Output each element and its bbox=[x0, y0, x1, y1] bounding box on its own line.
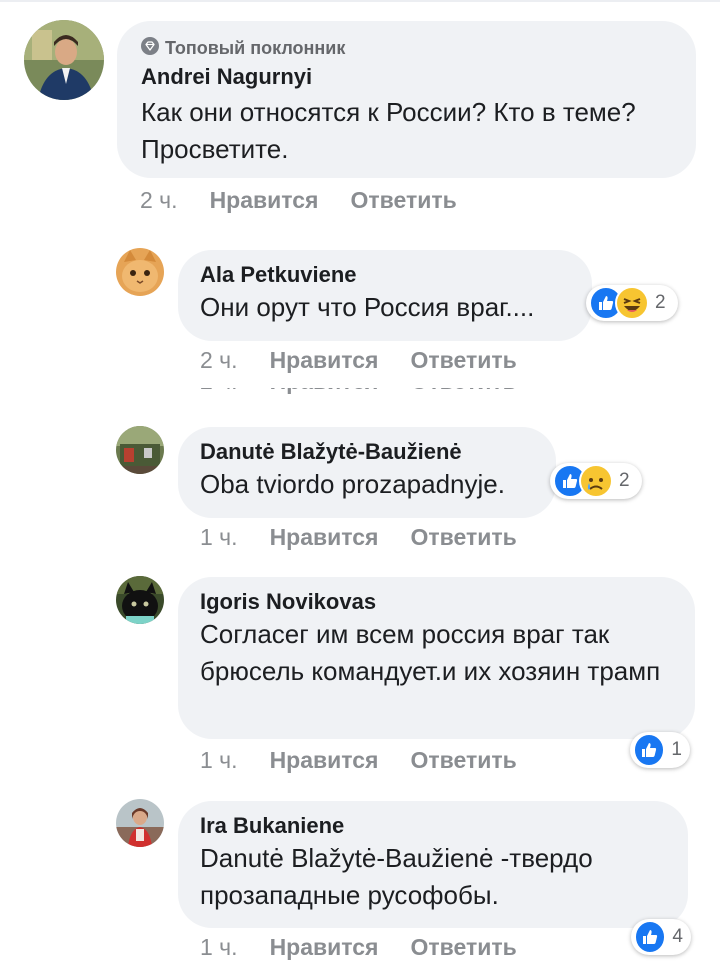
comment-text: Как они относятся к России? Кто в теме? … bbox=[141, 97, 636, 164]
comment-bubble: Danutė Blažytė-Baužienė Oba tviordo proz… bbox=[178, 427, 556, 518]
comment-time[interactable]: 1 ч. bbox=[200, 524, 238, 550]
avatar-igoris-novikovas[interactable] bbox=[116, 576, 164, 624]
reactions-summary[interactable]: 4 bbox=[631, 919, 691, 955]
comment-time[interactable]: 1 ч. bbox=[200, 747, 238, 773]
like-button: Нравится bbox=[270, 388, 379, 394]
comment-meta: 2 ч. Нравится Ответить bbox=[140, 187, 457, 214]
reaction-count: 4 bbox=[672, 926, 683, 947]
reactions-summary[interactable]: 1 bbox=[630, 732, 690, 768]
sad-icon bbox=[579, 464, 613, 498]
reply-button[interactable]: Ответить bbox=[410, 934, 516, 960]
like-button[interactable]: Нравится bbox=[270, 347, 379, 373]
diamond-icon bbox=[141, 37, 159, 60]
comment-author[interactable]: Ala Petkuviene bbox=[200, 262, 570, 288]
reply-button: Ответить bbox=[410, 388, 516, 394]
comment-time: 2 ч. bbox=[200, 388, 238, 394]
comment-time[interactable]: 1 ч. bbox=[200, 934, 238, 960]
comment-bubble: Ala Petkuviene Они орут что Россия враг.… bbox=[178, 250, 592, 341]
like-button[interactable]: Нравится bbox=[210, 187, 319, 213]
comment-bubble: Igoris Novikovas Согласег им всем россия… bbox=[178, 577, 695, 739]
comment-meta: 1 ч. Нравится Ответить bbox=[200, 747, 517, 774]
reactions-summary[interactable]: 2 bbox=[586, 285, 678, 321]
like-icon bbox=[633, 733, 666, 767]
reply-button[interactable]: Ответить bbox=[410, 347, 516, 373]
like-icon bbox=[634, 920, 667, 954]
comment-meta: 1 ч. Нравится Ответить bbox=[200, 934, 517, 961]
avatar-ira-bukaniene[interactable] bbox=[116, 799, 164, 847]
comment-author[interactable]: Igoris Novikovas bbox=[200, 589, 673, 615]
like-button[interactable]: Нравится bbox=[270, 934, 379, 960]
badge-label: Топовый поклонник bbox=[165, 38, 346, 58]
reaction-count: 1 bbox=[671, 739, 682, 760]
comment-author[interactable]: Andrei Nagurnyi bbox=[141, 64, 672, 90]
comment-text: Они орут что Россия враг.... bbox=[200, 292, 535, 322]
reply-button[interactable]: Ответить bbox=[410, 747, 516, 773]
reply-button[interactable]: Ответить bbox=[350, 187, 456, 213]
reaction-count: 2 bbox=[619, 470, 630, 491]
comment-bubble: Ira Bukaniene Danutė Blažytė-Baužienė -т… bbox=[178, 801, 688, 928]
avatar-ala-petkuviene[interactable] bbox=[116, 248, 164, 296]
like-button[interactable]: Нравится bbox=[270, 524, 379, 550]
comment-author[interactable]: Ira Bukaniene bbox=[200, 813, 666, 839]
comment-meta: 2 ч. Нравится Ответить bbox=[200, 347, 517, 374]
haha-icon bbox=[615, 286, 649, 320]
avatar-danute-blazyte-bauziene[interactable] bbox=[116, 426, 164, 474]
comment-bubble: Топовый поклонник Andrei Nagurnyi Как он… bbox=[117, 21, 696, 178]
comment-text: Danutė Blažytė-Baužienė -твердо прозапад… bbox=[200, 843, 593, 910]
clipped-meta-row: 2 ч. Нравится Ответить bbox=[200, 388, 540, 396]
comment-author[interactable]: Danutė Blažytė-Baužienė bbox=[200, 439, 534, 465]
comment-meta: 1 ч. Нравится Ответить bbox=[200, 524, 517, 551]
comment-text: Согласег им всем россия враг так брюсель… bbox=[200, 619, 661, 686]
reaction-count: 2 bbox=[655, 292, 666, 313]
comment-time[interactable]: 2 ч. bbox=[200, 347, 238, 373]
top-divider bbox=[0, 0, 720, 2]
avatar-andrei-nagurnyi[interactable] bbox=[24, 20, 104, 100]
top-fan-badge: Топовый поклонник bbox=[141, 37, 672, 60]
comment-text: Oba tviordo prozapadnyje. bbox=[200, 469, 505, 499]
reactions-summary[interactable]: 2 bbox=[550, 463, 642, 499]
comment-time[interactable]: 2 ч. bbox=[140, 187, 178, 213]
like-button[interactable]: Нравится bbox=[270, 747, 379, 773]
reply-button[interactable]: Ответить bbox=[410, 524, 516, 550]
